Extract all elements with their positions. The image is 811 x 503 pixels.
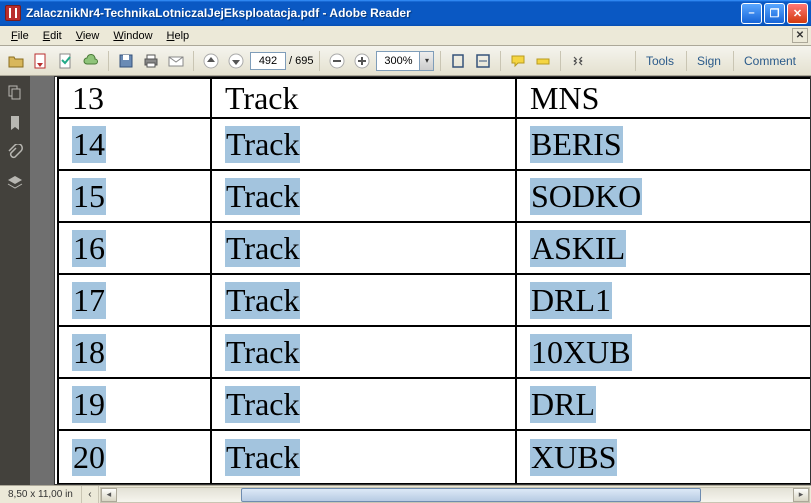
open-icon[interactable] (5, 50, 27, 72)
menubar: File Edit View Window Help (0, 26, 811, 46)
separator (500, 51, 501, 71)
app-icon (5, 5, 21, 21)
page-size-label: 8,50 x 11,00 in (0, 486, 82, 503)
minimize-button[interactable]: – (741, 3, 762, 24)
content-row: 13TrackMNS14TrackBERIS15TrackSODKO16Trac… (0, 76, 811, 485)
page-total-label: / 695 (289, 55, 313, 67)
menu-window[interactable]: Window (106, 28, 159, 44)
table-cell[interactable]: Track (212, 431, 517, 483)
table-cell[interactable]: MNS (517, 77, 811, 117)
table-row: 18Track10XUB (57, 327, 811, 379)
mail-icon[interactable] (165, 50, 187, 72)
separator (560, 51, 561, 71)
zoom-in-icon[interactable] (351, 50, 373, 72)
comment-balloon-icon[interactable] (507, 50, 529, 72)
titlebar: ZalacznikNr4-TechnikaLotniczaIJejEksploa… (0, 0, 811, 26)
save-icon[interactable] (115, 50, 137, 72)
page-up-icon[interactable] (200, 50, 222, 72)
window-title: ZalacznikNr4-TechnikaLotniczaIJejEksploa… (26, 6, 741, 20)
export-pdf-icon[interactable] (30, 50, 52, 72)
table-cell[interactable]: BERIS (517, 119, 811, 169)
fit-width-icon[interactable] (472, 50, 494, 72)
thumbnails-icon[interactable] (6, 84, 24, 102)
horizontal-scrollbar[interactable]: ◂ ▸ (100, 487, 810, 503)
table-cell[interactable]: ASKIL (517, 223, 811, 273)
right-links: Tools Sign Comment (635, 51, 806, 71)
table-row: 15TrackSODKO (57, 171, 811, 223)
table-cell[interactable]: 10XUB (517, 327, 811, 377)
table-cell[interactable]: 19 (57, 379, 212, 429)
read-mode-icon[interactable] (567, 50, 589, 72)
table-cell[interactable]: 16 (57, 223, 212, 273)
table-cell[interactable]: 20 (57, 431, 212, 483)
menu-file[interactable]: File (4, 28, 36, 44)
zoom-out-icon[interactable] (326, 50, 348, 72)
table-cell[interactable]: 13 (57, 77, 212, 117)
table-cell[interactable]: Track (212, 275, 517, 325)
layers-icon[interactable] (6, 174, 24, 192)
table-row: 19TrackDRL (57, 379, 811, 431)
table-row: 13TrackMNS (57, 77, 811, 119)
menu-help[interactable]: Help (160, 28, 197, 44)
pdf-page: 13TrackMNS14TrackBERIS15TrackSODKO16Trac… (54, 76, 811, 485)
data-table: 13TrackMNS14TrackBERIS15TrackSODKO16Trac… (57, 77, 811, 485)
table-cell[interactable]: Track (212, 77, 517, 117)
table-cell[interactable]: Track (212, 119, 517, 169)
table-cell[interactable]: Track (212, 223, 517, 273)
document-area[interactable]: 13TrackMNS14TrackBERIS15TrackSODKO16Trac… (30, 76, 811, 485)
page-down-icon[interactable] (225, 50, 247, 72)
tools-panel-link[interactable]: Tools (635, 51, 684, 71)
table-cell[interactable]: XUBS (517, 431, 811, 483)
window-buttons: – ❐ ✕ (741, 3, 808, 24)
menu-view[interactable]: View (69, 28, 107, 44)
separator (193, 51, 194, 71)
highlight-icon[interactable] (532, 50, 554, 72)
table-cell[interactable]: Track (212, 327, 517, 377)
scroll-thumb[interactable] (241, 488, 701, 502)
table-row: 16TrackASKIL (57, 223, 811, 275)
attachments-icon[interactable] (6, 144, 24, 162)
menu-edit[interactable]: Edit (36, 28, 69, 44)
table-row: 20TrackXUBS (57, 431, 811, 485)
window-close-button[interactable]: ✕ (787, 3, 808, 24)
cloud-icon[interactable] (80, 50, 102, 72)
table-cell[interactable]: 17 (57, 275, 212, 325)
maximize-button[interactable]: ❐ (764, 3, 785, 24)
zoom-combo[interactable]: ▾ (376, 51, 434, 71)
scroll-left-arrow-icon[interactable]: ◂ (101, 488, 117, 502)
bookmarks-icon[interactable] (6, 114, 24, 132)
table-cell[interactable]: Track (212, 379, 517, 429)
separator (440, 51, 441, 71)
statusbar: 8,50 x 11,00 in ‹ ◂ ▸ (0, 485, 811, 503)
comment-panel-link[interactable]: Comment (733, 51, 806, 71)
table-cell[interactable]: DRL (517, 379, 811, 429)
table-cell[interactable]: 15 (57, 171, 212, 221)
page-nav: / 695 (250, 52, 313, 70)
table-cell[interactable]: SODKO (517, 171, 811, 221)
table-row: 14TrackBERIS (57, 119, 811, 171)
table-cell[interactable]: DRL1 (517, 275, 811, 325)
separator (108, 51, 109, 71)
print-icon[interactable] (140, 50, 162, 72)
table-cell[interactable]: 14 (57, 119, 212, 169)
close-doc-button[interactable]: ✕ (792, 28, 808, 43)
table-cell[interactable]: 18 (57, 327, 212, 377)
create-pdf-icon[interactable] (55, 50, 77, 72)
table-cell[interactable]: Track (212, 171, 517, 221)
zoom-input[interactable] (377, 52, 419, 70)
toolbar: / 695 ▾ Tools Sign Comment (0, 46, 811, 76)
scroll-right-arrow-icon[interactable]: ▸ (793, 488, 809, 502)
sign-panel-link[interactable]: Sign (686, 51, 731, 71)
chevron-down-icon[interactable]: ▾ (419, 52, 433, 70)
page-number-input[interactable] (250, 52, 286, 70)
table-row: 17TrackDRL1 (57, 275, 811, 327)
side-rail (0, 76, 30, 485)
fit-page-icon[interactable] (447, 50, 469, 72)
status-chevron-left-icon[interactable]: ‹ (82, 486, 99, 503)
separator (319, 51, 320, 71)
